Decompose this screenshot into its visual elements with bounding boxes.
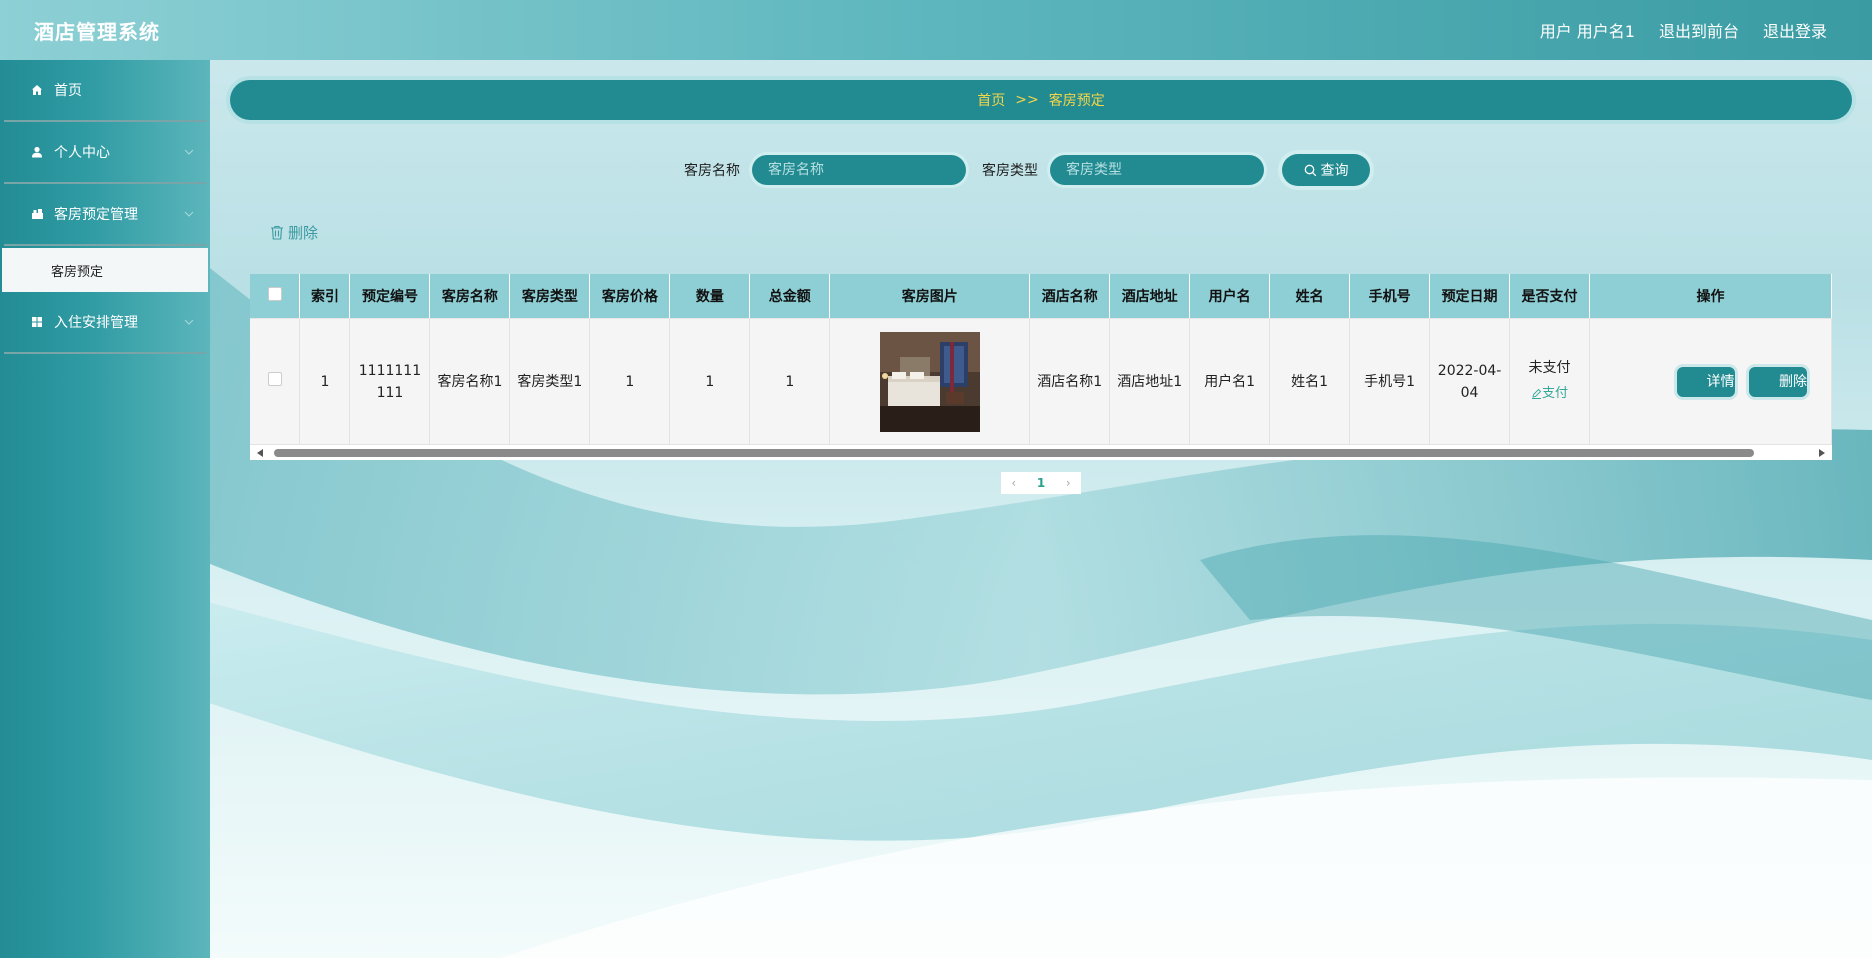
home-icon (30, 83, 44, 97)
sidebar-item-booking[interactable]: 客房预定管理 (4, 184, 206, 246)
grid-icon (30, 315, 44, 329)
cell-booking-no: 1111111111 (349, 318, 431, 445)
pay-link-label: 支付 (1542, 385, 1569, 401)
scroll-thumb[interactable] (274, 449, 1754, 457)
cell-paid-status: 未支付 支付 (1509, 318, 1591, 445)
column-header: 客房名称 (429, 274, 511, 319)
trash-icon (271, 225, 283, 240)
cell-actions: 详情 删除 (1589, 318, 1832, 445)
sidebar-item-label: 入住安排管理 (54, 315, 138, 331)
sidebar: 首页 个人中心 客房预定管理 客房预定 入住安排管理 (0, 60, 210, 958)
column-header: 酒店地址 (1109, 274, 1191, 319)
breadcrumb: 首页 >> 客房预定 (230, 80, 1852, 120)
batch-delete-label: 删除 (288, 224, 319, 242)
app-title: 酒店管理系统 (34, 19, 160, 44)
sidebar-item-label: 首页 (54, 83, 82, 99)
room-name-input[interactable] (752, 155, 966, 185)
page-number-current[interactable]: 1 (1037, 476, 1045, 490)
table-row: 1 1111111111 客房名称1 客房类型1 1 1 1 酒店名称1 酒店地… (250, 318, 1832, 445)
sidebar-subitem-room-booking[interactable]: 客房预定 (2, 248, 208, 292)
column-header: 客房价格 (589, 274, 671, 319)
booking-icon (30, 207, 44, 221)
room-type-input[interactable] (1050, 155, 1264, 185)
cell-room-price: 1 (589, 318, 671, 445)
query-button[interactable]: 查询 (1282, 154, 1370, 186)
pay-link[interactable]: 支付 (1531, 383, 1568, 405)
query-button-label: 查询 (1320, 163, 1349, 179)
cell-phone: 手机号1 (1349, 318, 1431, 445)
cell-name: 姓名1 (1269, 318, 1351, 445)
booking-table: 索引 预定编号 客房名称 客房类型 客房价格 数量 总金额 客房图片 酒店名称 … (250, 274, 1832, 460)
scroll-left-arrow[interactable] (257, 449, 263, 457)
horizontal-scrollbar[interactable] (250, 446, 1832, 460)
edit-icon (1532, 389, 1542, 400)
column-header: 预定编号 (349, 274, 431, 319)
column-header: 客房类型 (509, 274, 591, 319)
column-header: 索引 (299, 274, 351, 319)
column-header: 手机号 (1349, 274, 1431, 319)
column-header: 姓名 (1269, 274, 1351, 319)
breadcrumb-separator: >> (1015, 92, 1039, 108)
background-wave (0, 0, 1872, 958)
row-checkbox[interactable] (267, 371, 282, 386)
sidebar-item-label: 个人中心 (54, 145, 110, 161)
cell-total: 1 (749, 318, 831, 445)
cell-username: 用户名1 (1189, 318, 1271, 445)
detail-button[interactable]: 详情 (1676, 366, 1735, 397)
cell-date: 2022-04-04 (1429, 318, 1511, 445)
select-all-checkbox[interactable] (267, 287, 282, 301)
cell-index: 1 (299, 318, 351, 445)
column-header: 用户名 (1189, 274, 1271, 319)
batch-delete-button[interactable]: 删除 (270, 222, 318, 243)
breadcrumb-home[interactable]: 首页 (977, 90, 1005, 110)
delete-button[interactable]: 删除 (1749, 366, 1807, 397)
column-header: 是否支付 (1509, 274, 1591, 319)
back-to-front-link[interactable]: 退出到前台 (1659, 18, 1739, 42)
sidebar-item-home[interactable]: 首页 (4, 60, 206, 122)
pagination: ‹ 1 › (1001, 472, 1081, 494)
cell-room-type: 客房类型1 (509, 318, 591, 445)
room-name-label: 客房名称 (684, 163, 740, 179)
room-photo[interactable] (879, 331, 980, 432)
cell-quantity: 1 (669, 318, 751, 445)
sidebar-item-label: 客房预定管理 (54, 207, 138, 223)
cell-room-name: 客房名称1 (429, 318, 511, 445)
chevron-down-icon (184, 319, 194, 325)
current-user-label[interactable]: 用户 用户名1 (1540, 18, 1635, 42)
search-bar: 客房名称 客房类型 查询 (684, 154, 1370, 186)
header-actions: 用户 用户名1 退出到前台 退出登录 (1540, 18, 1827, 42)
user-icon (30, 145, 44, 159)
cell-hotel-address: 酒店地址1 (1109, 318, 1191, 445)
sidebar-item-checkin[interactable]: 入住安排管理 (4, 292, 206, 354)
select-all-cell[interactable] (250, 274, 301, 319)
cell-hotel-name: 酒店名称1 (1029, 318, 1111, 445)
table-header-row: 索引 预定编号 客房名称 客房类型 客房价格 数量 总金额 客房图片 酒店名称 … (250, 274, 1832, 319)
column-header: 数量 (669, 274, 751, 319)
column-header: 总金额 (749, 274, 831, 319)
chevron-down-icon (184, 149, 194, 155)
sidebar-item-profile[interactable]: 个人中心 (4, 122, 206, 184)
column-header: 酒店名称 (1029, 274, 1111, 319)
cell-room-image (829, 318, 1031, 445)
breadcrumb-current: 客房预定 (1048, 93, 1105, 109)
row-select-cell[interactable] (250, 318, 301, 445)
paid-status-text: 未支付 (1528, 359, 1571, 376)
room-type-label: 客房类型 (982, 163, 1038, 179)
search-icon (1304, 164, 1316, 176)
column-header: 操作 (1589, 274, 1832, 319)
logout-link[interactable]: 退出登录 (1763, 18, 1827, 42)
column-header: 预定日期 (1429, 274, 1511, 319)
scroll-right-arrow[interactable] (1819, 449, 1825, 457)
top-header: 酒店管理系统 用户 用户名1 退出到前台 退出登录 (0, 0, 1872, 60)
chevron-down-icon (184, 211, 194, 217)
next-page-icon[interactable]: › (1066, 476, 1071, 490)
column-header: 客房图片 (829, 274, 1031, 319)
prev-page-icon[interactable]: ‹ (1011, 476, 1016, 490)
